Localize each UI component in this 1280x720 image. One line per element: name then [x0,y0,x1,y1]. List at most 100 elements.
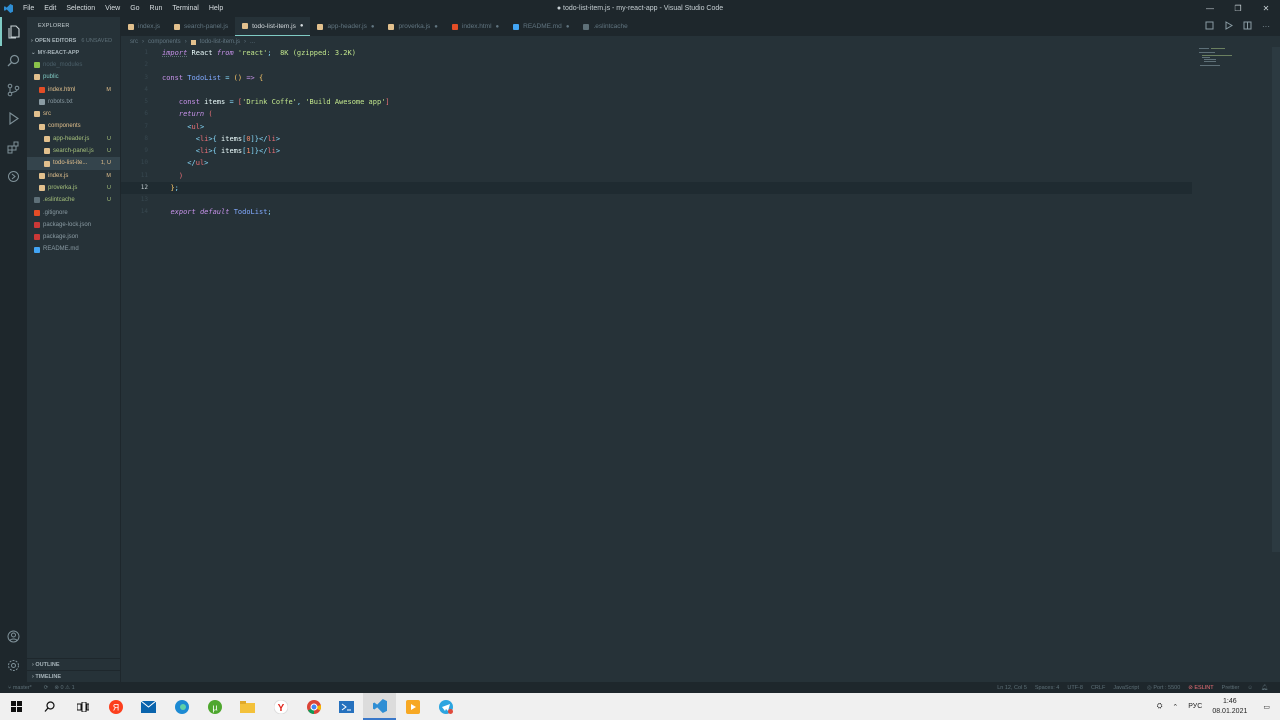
editor-tab[interactable]: index.html ● [445,17,506,36]
powershell-icon[interactable] [330,693,363,720]
menu-view[interactable]: View [100,5,125,12]
breadcrumb-ellipsis[interactable]: ... [250,39,255,45]
menu-go[interactable]: Go [125,5,144,12]
menu-file[interactable]: File [18,5,39,12]
tree-item[interactable]: public [27,71,120,83]
source-control-icon[interactable] [0,75,27,104]
minimize-icon[interactable]: — [1196,0,1224,17]
open-editors-section[interactable]: › OPEN EDITORS 6 UNSAVED [27,35,120,47]
feedback-icon[interactable]: ☺ [1247,685,1253,691]
timeline-section[interactable]: › TIMELINE [27,670,121,682]
menu-help[interactable]: Help [204,5,228,12]
keyboard-language[interactable]: РУС [1188,703,1202,710]
media-player-icon[interactable] [396,693,429,720]
unsaved-dot-icon[interactable]: ● [371,24,375,30]
tree-item-label: src [43,111,51,118]
unsaved-dot-icon[interactable]: ● [434,24,438,30]
account-icon[interactable] [0,622,27,651]
tree-item[interactable]: .gitignore [27,207,120,219]
tree-item[interactable]: node_modules [27,59,120,71]
file-explorer-icon[interactable] [231,693,264,720]
chrome-icon[interactable] [297,693,330,720]
editor-tab[interactable]: README.md ● [506,17,576,36]
breadcrumb-components[interactable]: components [148,39,181,45]
utorrent-icon[interactable]: µ [198,693,231,720]
run-debug-icon[interactable] [0,104,27,133]
extensions-icon[interactable] [0,133,27,162]
live-server-port[interactable]: ◎ Port : 5500 [1147,685,1180,691]
language-mode[interactable]: JavaScript [1113,685,1139,691]
cursor-position[interactable]: Ln 12, Col 5 [997,685,1027,691]
editor-tab[interactable]: index.js [121,17,167,36]
menu-selection[interactable]: Selection [61,5,100,12]
menu-edit[interactable]: Edit [39,5,61,12]
people-icon[interactable]: ⛭ [1157,703,1163,711]
edge-icon[interactable] [165,693,198,720]
unsaved-dot-icon[interactable]: ● [496,24,500,30]
tree-item[interactable]: package.json [27,231,120,243]
split-editor-icon[interactable] [1243,21,1252,32]
indentation[interactable]: Spaces: 4 [1035,685,1059,691]
action-center-icon[interactable]: ▭ [1263,703,1270,711]
task-view-icon[interactable] [66,693,99,720]
search-icon[interactable] [33,693,66,720]
tree-item[interactable]: src [27,108,120,120]
branch-status[interactable]: ⑂ master* [0,685,32,691]
menu-terminal[interactable]: Terminal [167,5,203,12]
explorer-title: EXPLORER [38,23,70,29]
tree-item[interactable]: todo-list-ite... 1, U [27,157,120,170]
eslint-status[interactable]: ⊘ ESLINT [1188,685,1213,691]
clock[interactable]: 1:46 08.01.2021 [1212,697,1247,717]
tray-chevron-up-icon[interactable]: ⌃ [1172,703,1178,711]
tree-item[interactable]: robots.txt [27,96,120,108]
run-icon[interactable] [1224,21,1233,32]
breadcrumb-file[interactable]: todo-list-item.js [200,39,240,45]
editor-tab[interactable]: todo-list-item.js ● [235,17,311,36]
tree-item[interactable]: search-panel.js U [27,145,120,157]
tree-item[interactable]: proverka.js U [27,182,120,194]
tree-item[interactable]: app-header.js U [27,133,120,145]
outline-section[interactable]: › OUTLINE [27,658,121,670]
unsaved-dot-icon[interactable]: ● [300,23,304,29]
notifications-icon[interactable]: 🔔︎ [1261,685,1268,691]
encoding[interactable]: UTF-8 [1067,685,1083,691]
code-editor[interactable]: 1 import React from 'react'; 8K (gzipped:… [121,47,1272,682]
project-section[interactable]: ⌄ MY-REACT-APP [27,47,120,59]
start-icon[interactable] [0,693,33,720]
tree-item[interactable]: index.html M [27,84,120,96]
line-number: 6 [144,110,148,118]
more-actions-icon[interactable]: ··· [1262,22,1270,31]
editor-tab[interactable]: proverka.js ● [381,17,444,36]
editor-tab[interactable]: app-header.js ● [310,17,381,36]
settings-gear-icon[interactable] [0,651,27,680]
mail-icon[interactable] [132,693,165,720]
tree-item[interactable]: README.md [27,243,120,255]
editor-tab[interactable]: search-panel.js [167,17,235,36]
unsaved-dot-icon[interactable]: ● [566,24,570,30]
prettier-status[interactable]: Prettier [1222,685,1240,691]
close-icon[interactable]: ✕ [1252,0,1280,17]
tree-item[interactable]: .eslintcache U [27,194,120,206]
end-of-line[interactable]: CRLF [1091,685,1105,691]
tree-item-label: package-lock.json [43,221,92,228]
vscode-icon[interactable] [363,693,396,720]
breadcrumb-src[interactable]: src [130,39,138,45]
open-changes-icon[interactable] [1205,21,1214,32]
minimap[interactable] [1197,47,1272,67]
menu-run[interactable]: Run [145,5,168,12]
explorer-icon[interactable] [0,17,27,46]
yandex-icon[interactable]: Я [99,693,132,720]
sync-icon[interactable]: ⟳ [32,685,49,691]
tree-item[interactable]: package-lock.json [27,219,120,231]
remote-explorer-icon[interactable] [0,162,27,191]
tree-item[interactable]: index.js M [27,170,120,182]
search-icon[interactable] [0,46,27,75]
yandex-browser-icon[interactable]: Y [264,693,297,720]
editor-tab[interactable]: .eslintcache [576,17,634,36]
tree-item[interactable]: components [27,120,120,132]
restore-icon[interactable]: ❐ [1224,0,1252,17]
problems-status[interactable]: ⊗ 0 ⚠ 1 [48,685,74,691]
js-file-icon [44,148,50,155]
vertical-scrollbar[interactable] [1272,47,1280,552]
telegram-icon[interactable] [429,693,462,720]
